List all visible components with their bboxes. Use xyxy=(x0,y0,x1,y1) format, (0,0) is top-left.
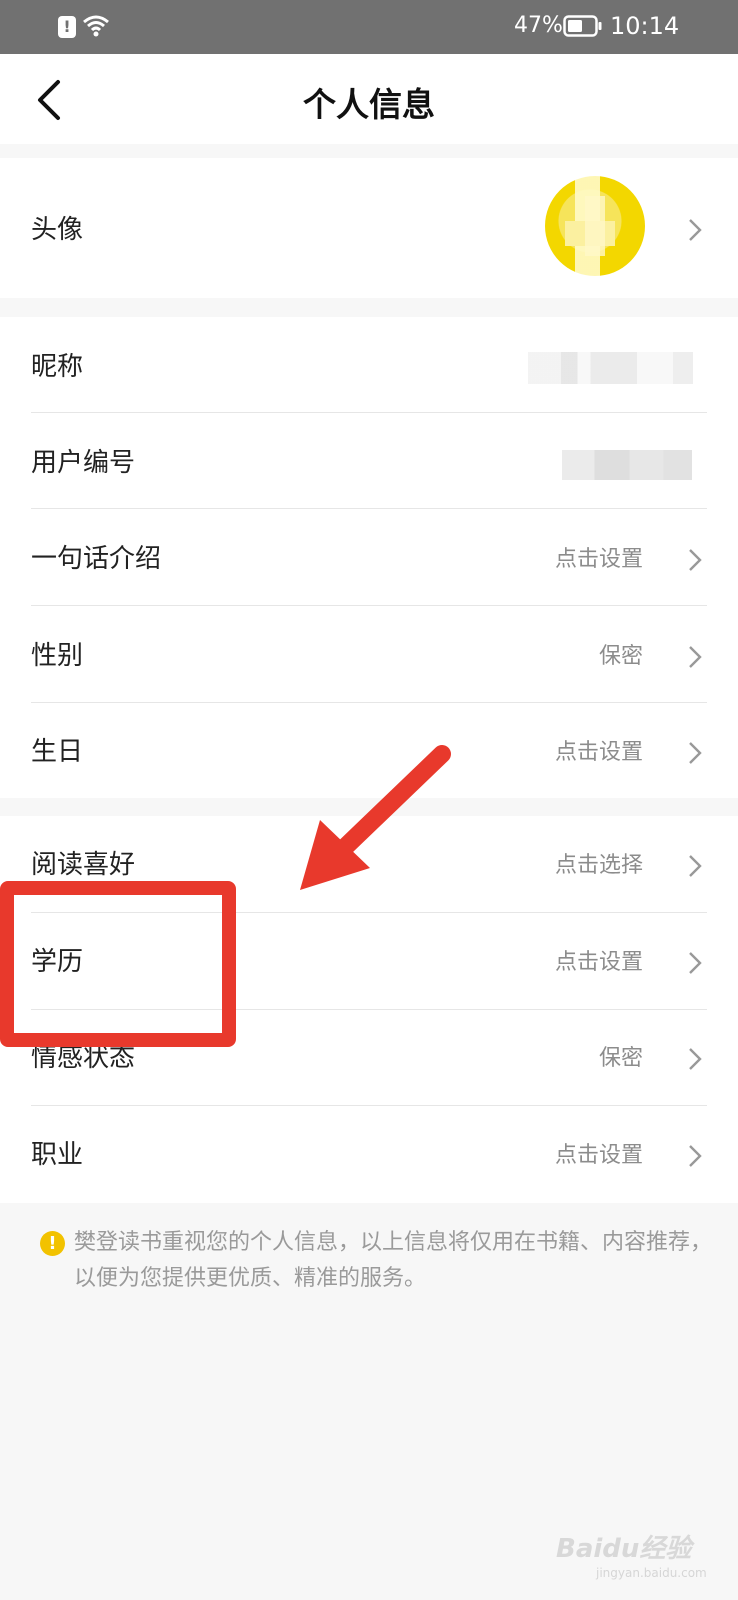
chevron-right-icon xyxy=(689,1145,702,1167)
wifi-icon xyxy=(83,15,109,37)
notification-alert-icon: ! xyxy=(58,16,76,38)
bio-label: 一句话介绍 xyxy=(31,544,162,574)
gender-row[interactable]: 性别 保密 xyxy=(0,608,738,705)
avatar-row-label: 头像 xyxy=(31,215,84,245)
gender-label: 性别 xyxy=(31,641,84,671)
chevron-right-icon xyxy=(689,1048,702,1070)
battery-icon xyxy=(563,15,602,37)
battery-percent: 47% xyxy=(514,13,563,38)
privacy-note: 樊登读书重视您的个人信息，以上信息将仅用在书籍、内容推荐，以便为您提供更优质、精… xyxy=(74,1230,713,1291)
occupation-label: 职业 xyxy=(31,1140,84,1170)
annotation-arrow-icon xyxy=(300,745,451,890)
clock: 10:14 xyxy=(610,12,680,40)
chevron-right-icon xyxy=(689,219,702,241)
bio-row[interactable]: 一句话介绍 点击设置 xyxy=(0,511,738,608)
chevron-right-icon xyxy=(689,952,702,974)
nickname-value-redacted xyxy=(528,352,693,384)
basic-info-section: 昵称 用户编号 一句话介绍 点击设置 性别 保密 生日 点击设置 xyxy=(0,317,738,798)
user-id-label: 用户编号 xyxy=(31,448,136,478)
page-title: 个人信息 xyxy=(303,85,435,124)
info-warning-icon: ! xyxy=(40,1231,65,1256)
occupation-value: 点击设置 xyxy=(554,1143,643,1168)
relationship-status-value: 保密 xyxy=(598,1046,643,1071)
birthday-label: 生日 xyxy=(31,737,84,767)
bio-value: 点击设置 xyxy=(554,547,643,572)
watermark-url: jingyan.baidu.com xyxy=(596,1566,707,1580)
chevron-right-icon xyxy=(689,742,702,764)
top-app-bar: 个人信息 xyxy=(0,54,738,144)
annotation-highlight-box xyxy=(0,881,236,1047)
gender-value: 保密 xyxy=(598,644,643,669)
chevron-right-icon xyxy=(689,646,702,668)
avatar[interactable] xyxy=(545,176,645,276)
chevron-right-icon xyxy=(689,855,702,877)
avatar-row[interactable]: 头像 xyxy=(0,158,738,298)
avatar-section: 头像 xyxy=(0,158,738,298)
user-id-value-redacted xyxy=(562,450,692,480)
reading-preference-value: 点击选择 xyxy=(554,853,643,878)
status-bar: ! 47% 10:14 xyxy=(0,0,738,54)
chevron-right-icon xyxy=(689,549,702,571)
education-value: 点击设置 xyxy=(554,950,643,975)
baidu-watermark-logo: Baidu经验 xyxy=(556,1534,692,1564)
occupation-row[interactable]: 职业 点击设置 xyxy=(0,1107,738,1204)
birthday-value: 点击设置 xyxy=(554,740,643,765)
nickname-label: 昵称 xyxy=(31,352,84,382)
